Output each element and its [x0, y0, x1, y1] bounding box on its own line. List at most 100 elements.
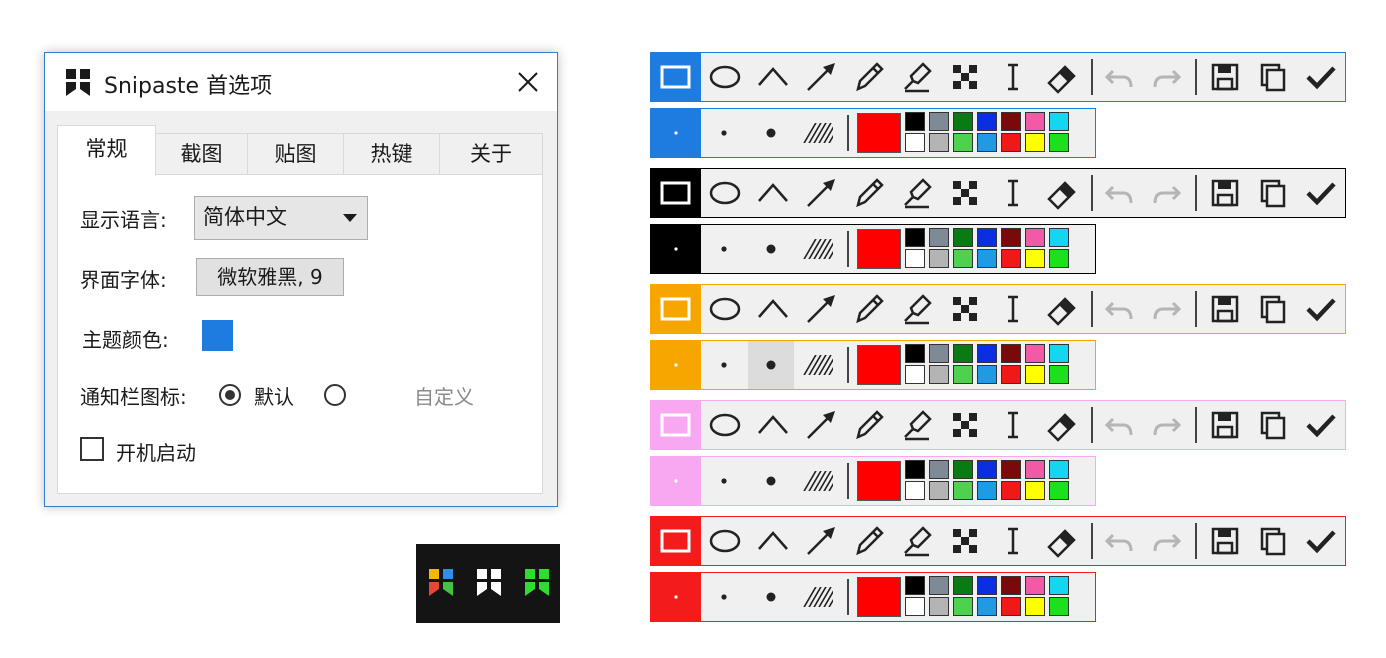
save-icon[interactable] — [1201, 517, 1249, 565]
current-color-swatch[interactable] — [857, 229, 901, 269]
ellipse-tool-icon[interactable] — [701, 53, 749, 101]
palette-color-swatch[interactable] — [905, 228, 925, 247]
arrow-tool-icon[interactable] — [797, 401, 845, 449]
tray-custom-radio[interactable] — [324, 384, 346, 406]
small-dot-size-icon[interactable] — [701, 573, 747, 621]
eraser-tool-icon[interactable] — [1037, 53, 1085, 101]
mosaic-tool-icon[interactable] — [941, 53, 989, 101]
copy-icon[interactable] — [1249, 53, 1297, 101]
fill-hatch-icon[interactable] — [795, 225, 841, 273]
fill-hatch-icon[interactable] — [795, 341, 841, 389]
fill-hatch-icon[interactable] — [795, 573, 841, 621]
palette-color-swatch[interactable] — [1049, 460, 1069, 479]
tab-hotkeys[interactable]: 热键 — [343, 133, 440, 175]
palette-color-swatch[interactable] — [953, 460, 973, 479]
palette-color-swatch[interactable] — [1025, 460, 1045, 479]
fill-hatch-icon[interactable] — [795, 109, 841, 157]
mosaic-tool-icon[interactable] — [941, 285, 989, 333]
palette-color-swatch[interactable] — [905, 249, 925, 268]
undo-icon[interactable] — [1095, 285, 1143, 333]
palette-color-swatch[interactable] — [1001, 365, 1021, 384]
small-dot-size-icon[interactable] — [701, 457, 747, 505]
mosaic-tool-icon[interactable] — [941, 169, 989, 217]
marker-tool-icon[interactable] — [893, 285, 941, 333]
current-color-swatch[interactable] — [857, 113, 901, 153]
marker-tool-icon[interactable] — [893, 53, 941, 101]
current-color-swatch[interactable] — [857, 577, 901, 617]
palette-color-swatch[interactable] — [929, 133, 949, 152]
pencil-tool-icon[interactable] — [845, 285, 893, 333]
copy-icon[interactable] — [1249, 285, 1297, 333]
confirm-check-icon[interactable] — [1297, 53, 1345, 101]
redo-icon[interactable] — [1143, 517, 1191, 565]
arrow-tool-icon[interactable] — [797, 169, 845, 217]
palette-color-swatch[interactable] — [977, 249, 997, 268]
palette-color-swatch[interactable] — [1049, 365, 1069, 384]
confirm-check-icon[interactable] — [1297, 517, 1345, 565]
palette-color-swatch[interactable] — [905, 112, 925, 131]
large-dot-size-icon[interactable] — [748, 109, 794, 157]
large-dot-size-icon[interactable] — [748, 341, 794, 389]
arrow-tool-icon[interactable] — [797, 517, 845, 565]
tab-about[interactable]: 关于 — [439, 133, 543, 175]
fill-hatch-icon[interactable] — [795, 457, 841, 505]
polyline-tool-icon[interactable] — [749, 285, 797, 333]
undo-icon[interactable] — [1095, 517, 1143, 565]
palette-color-swatch[interactable] — [905, 481, 925, 500]
current-color-swatch[interactable] — [857, 461, 901, 501]
palette-color-swatch[interactable] — [953, 344, 973, 363]
palette-color-swatch[interactable] — [905, 344, 925, 363]
rectangle-tool-icon[interactable] — [651, 401, 699, 449]
eraser-tool-icon[interactable] — [1037, 169, 1085, 217]
marker-tool-icon[interactable] — [893, 169, 941, 217]
save-icon[interactable] — [1201, 401, 1249, 449]
startup-checkbox[interactable] — [80, 437, 104, 461]
tray-default-radio[interactable] — [219, 384, 241, 406]
ellipse-tool-icon[interactable] — [701, 169, 749, 217]
palette-color-swatch[interactable] — [905, 460, 925, 479]
palette-color-swatch[interactable] — [1025, 228, 1045, 247]
palette-color-swatch[interactable] — [953, 365, 973, 384]
palette-color-swatch[interactable] — [1025, 112, 1045, 131]
redo-icon[interactable] — [1143, 53, 1191, 101]
small-dot-size-icon[interactable] — [701, 225, 747, 273]
undo-icon[interactable] — [1095, 401, 1143, 449]
ellipse-tool-icon[interactable] — [701, 517, 749, 565]
palette-color-swatch[interactable] — [977, 228, 997, 247]
palette-color-swatch[interactable] — [929, 249, 949, 268]
pencil-tool-icon[interactable] — [845, 169, 893, 217]
palette-color-swatch[interactable] — [905, 576, 925, 595]
palette-color-swatch[interactable] — [1025, 365, 1045, 384]
palette-color-swatch[interactable] — [1049, 597, 1069, 616]
palette-color-swatch[interactable] — [953, 228, 973, 247]
pencil-tool-icon[interactable] — [845, 401, 893, 449]
palette-color-swatch[interactable] — [1025, 249, 1045, 268]
ellipse-tool-icon[interactable] — [701, 401, 749, 449]
marker-tool-icon[interactable] — [893, 517, 941, 565]
palette-color-swatch[interactable] — [1025, 133, 1045, 152]
palette-color-swatch[interactable] — [977, 133, 997, 152]
text-tool-icon[interactable] — [989, 169, 1037, 217]
eraser-tool-icon[interactable] — [1037, 401, 1085, 449]
save-icon[interactable] — [1201, 169, 1249, 217]
palette-color-swatch[interactable] — [1001, 597, 1021, 616]
current-color-swatch[interactable] — [857, 345, 901, 385]
palette-color-swatch[interactable] — [977, 112, 997, 131]
language-select[interactable]: 简体中文 — [194, 196, 368, 240]
arrow-tool-icon[interactable] — [797, 285, 845, 333]
large-dot-size-icon[interactable] — [748, 225, 794, 273]
confirm-check-icon[interactable] — [1297, 401, 1345, 449]
palette-color-swatch[interactable] — [1049, 228, 1069, 247]
theme-color-swatch[interactable] — [202, 320, 233, 351]
palette-color-swatch[interactable] — [1025, 344, 1045, 363]
palette-color-swatch[interactable] — [929, 112, 949, 131]
tray-custom-label[interactable]: 自定义 — [414, 381, 474, 410]
palette-color-swatch[interactable] — [1001, 112, 1021, 131]
pencil-tool-icon[interactable] — [845, 517, 893, 565]
palette-color-swatch[interactable] — [1049, 112, 1069, 131]
small-dot-size-icon[interactable] — [701, 341, 747, 389]
mosaic-tool-icon[interactable] — [941, 401, 989, 449]
palette-color-swatch[interactable] — [1001, 249, 1021, 268]
eraser-tool-icon[interactable] — [1037, 285, 1085, 333]
palette-color-swatch[interactable] — [929, 460, 949, 479]
